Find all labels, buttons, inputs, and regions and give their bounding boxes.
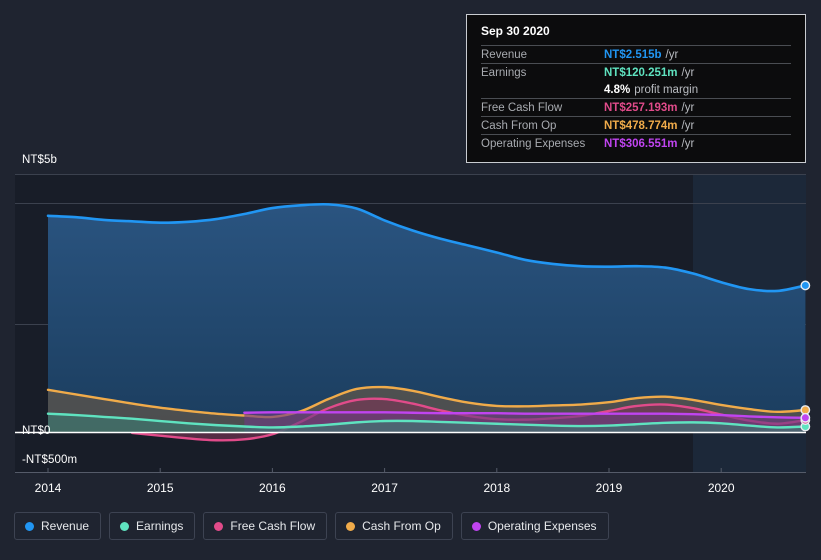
tooltip-row-unit: /yr (665, 48, 679, 61)
chart-legend: Revenue Earnings Free Cash Flow Cash From O… (14, 512, 609, 540)
endpoint-marker-revenue (800, 280, 811, 291)
x-axis-tick-label: 2020 (707, 481, 735, 495)
legend-color-dot (214, 521, 224, 531)
x-axis-tick-label: 2015 (146, 481, 174, 495)
legend-color-dot (346, 521, 356, 531)
tooltip-row-value: NT$120.251m (604, 66, 678, 79)
tooltip-row-value: NT$2.515b (604, 48, 662, 61)
legend-color-dot (120, 521, 130, 531)
legend-item-label: Revenue (41, 519, 90, 533)
tooltip-row: Operating Expenses NT$306.551m/yr (481, 134, 791, 152)
tooltip-row-unit: /yr (681, 66, 695, 79)
tooltip-row-unit: /yr (681, 137, 695, 150)
tooltip-row: Revenue NT$2.515b/yr (481, 45, 791, 63)
x-axis-tick-label: 2017 (371, 481, 398, 495)
tooltip-date: Sep 30 2020 (481, 24, 550, 38)
tooltip-row: Free Cash Flow NT$257.193m/yr (481, 98, 791, 116)
tooltip-row-value: NT$478.774m (604, 119, 678, 132)
legend-item-label: Operating Expenses (487, 519, 597, 533)
tooltip-row-unit: /yr (681, 101, 695, 114)
legend-item-label: Free Cash Flow (230, 519, 316, 533)
legend-item-earnings[interactable]: Earnings (109, 512, 196, 540)
tooltip-row-value-wrap: NT$306.551m/yr (604, 138, 694, 150)
tooltip-row-value: NT$306.551m (604, 137, 678, 150)
legend-color-dot (25, 521, 34, 531)
tooltip-row-unit: /yr (681, 119, 695, 132)
tooltip-row-value-wrap: NT$257.193m/yr (604, 102, 694, 114)
legend-item-label: Cash From Op (362, 519, 441, 533)
data-tooltip: Sep 30 2020 Revenue NT$2.515b/yr Earnings N… (466, 14, 806, 163)
legend-item-free-cash-flow[interactable]: Free Cash Flow (203, 512, 328, 540)
x-axis-tick-label: 2014 (34, 481, 62, 495)
endpoint-marker-operating-expenses (800, 412, 811, 423)
tooltip-row-value: 4.8% (604, 83, 631, 96)
tooltip-row-value-wrap: 4.8% profit margin (604, 84, 698, 96)
legend-color-dot (471, 521, 481, 531)
tooltip-row-value-wrap: NT$2.515b/yr (604, 49, 678, 61)
legend-item-label: Earnings (136, 519, 184, 533)
tooltip-row-value-wrap: NT$478.774m/yr (604, 120, 694, 132)
tooltip-row: Earnings NT$120.251m/yr (481, 63, 791, 81)
tooltip-row-value-wrap: NT$120.251m/yr (604, 67, 694, 79)
x-axis-tick-label: 2016 (259, 481, 286, 495)
legend-item-revenue[interactable]: Revenue (14, 512, 102, 540)
tooltip-row-label: Operating Expenses (481, 137, 586, 150)
tooltip-row: Cash From Op NT$478.774m/yr (481, 116, 791, 134)
tooltip-row-unit: profit margin (634, 83, 699, 96)
legend-item-operating-expenses[interactable]: Operating Expenses (460, 512, 609, 540)
tooltip-row-label: Earnings (481, 66, 527, 79)
x-axis-tick-label: 2019 (595, 481, 623, 495)
tooltip-row: 4.8% profit margin (481, 81, 791, 98)
tooltip-row-value: NT$257.193m (604, 101, 678, 114)
financial-chart-widget: NT$5b NT$0 -NT$500m 2014 2015 2016 2017 2018… (0, 0, 821, 560)
tooltip-row-label: Free Cash Flow (481, 101, 563, 114)
tooltip-rows: Revenue NT$2.515b/yr Earnings NT$120.251m/y… (481, 45, 791, 152)
legend-item-cash-from-op[interactable]: Cash From Op (335, 512, 453, 540)
x-axis-tick-label: 2018 (483, 481, 511, 495)
tooltip-row-label: Revenue (481, 48, 528, 61)
tooltip-row-label: Cash From Op (481, 119, 557, 132)
